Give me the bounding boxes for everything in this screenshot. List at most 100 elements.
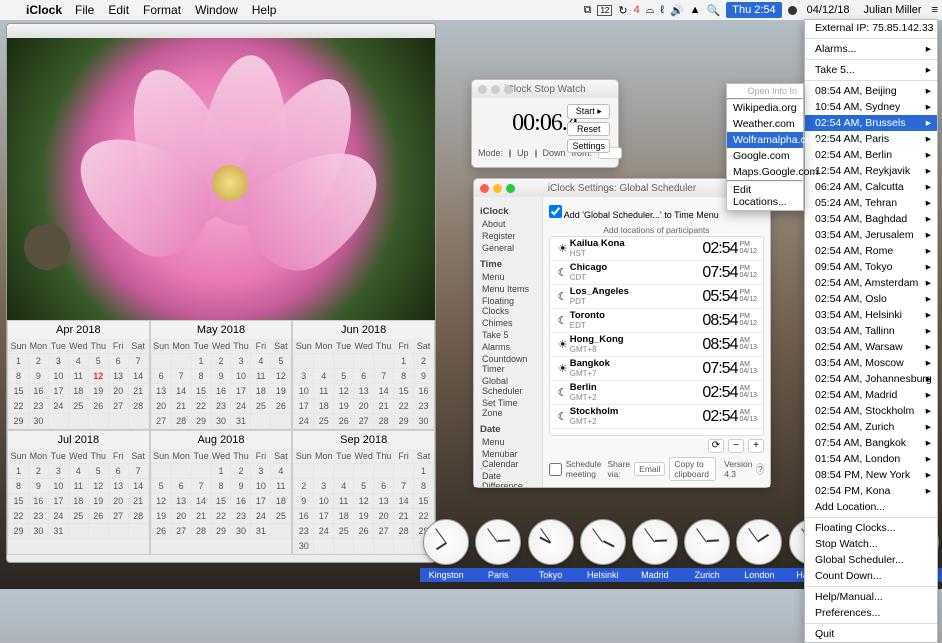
- menu-window[interactable]: Window: [188, 3, 245, 17]
- close-icon[interactable]: [478, 85, 487, 94]
- sb-general[interactable]: General: [480, 242, 536, 254]
- city-row[interactable]: 02:54 PM, Kona: [805, 483, 937, 499]
- location-row[interactable]: ☾ TorontoEDT 08:54 PM04/12: [550, 309, 763, 333]
- menubar-clock[interactable]: Thu 2:54: [726, 2, 781, 18]
- submenu-weather[interactable]: Weather.com: [727, 116, 803, 132]
- menu-file[interactable]: File: [68, 3, 101, 17]
- copy-button[interactable]: Copy to clipboard: [669, 457, 716, 481]
- city-row[interactable]: 01:54 AM, London: [805, 451, 937, 467]
- volume-icon[interactable]: 🔊: [670, 4, 684, 17]
- location-row[interactable]: ☀ Kailua KonaHST 02:54 PM04/12: [550, 237, 763, 261]
- zoom-icon[interactable]: [506, 184, 515, 193]
- refresh-button[interactable]: ⟳: [708, 439, 724, 453]
- sb-countdown[interactable]: Countdown Timer: [480, 353, 536, 375]
- stopwatch-start-button[interactable]: Start ▸: [567, 104, 610, 119]
- floating-clocks-menu[interactable]: Floating Clocks...: [805, 520, 937, 536]
- city-row[interactable]: 02:54 AM, Berlin: [805, 147, 937, 163]
- quit-menu[interactable]: Quit: [805, 626, 937, 642]
- mode-down-radio[interactable]: [535, 149, 537, 158]
- help-menu[interactable]: Help/Manual...: [805, 589, 937, 605]
- sb-menubar-cal[interactable]: Menubar Calendar: [480, 448, 536, 470]
- status-dot-icon[interactable]: [788, 6, 797, 15]
- remove-location-button[interactable]: −: [728, 439, 744, 453]
- city-row[interactable]: 02:54 AM, Warsaw: [805, 339, 937, 355]
- app-title[interactable]: iClock: [20, 3, 68, 17]
- floating-clock[interactable]: London: [733, 516, 785, 589]
- sb-chimes[interactable]: Chimes: [480, 317, 536, 329]
- location-list[interactable]: ☀ Kailua KonaHST 02:54 PM04/12☾ ChicagoC…: [549, 236, 764, 436]
- menu-edit[interactable]: Edit: [101, 3, 136, 17]
- sb-dmenu[interactable]: Menu: [480, 436, 536, 448]
- city-row[interactable]: 02:54 AM, Brussels: [805, 115, 937, 131]
- close-icon[interactable]: [480, 184, 489, 193]
- location-row[interactable]: ☀ Hong_KongGMT+8 08:54 AM04/13: [550, 333, 763, 357]
- sb-menuitems[interactable]: Menu Items: [480, 283, 536, 295]
- sb-datediff[interactable]: Date Difference: [480, 470, 536, 487]
- notification-center-icon[interactable]: ≡: [932, 4, 938, 16]
- city-row[interactable]: 03:54 AM, Jerusalem: [805, 227, 937, 243]
- sb-take5[interactable]: Take 5: [480, 329, 536, 341]
- add-location-button[interactable]: +: [748, 439, 764, 453]
- city-row[interactable]: 02:54 AM, Zurich: [805, 419, 937, 435]
- wifi-icon[interactable]: ▲: [690, 4, 701, 16]
- floating-clock[interactable]: Tokyo: [524, 516, 576, 589]
- submenu-wolfram[interactable]: Wolframalpha.com: [727, 132, 803, 148]
- stopwatch-menu[interactable]: Stop Watch...: [805, 536, 937, 552]
- sb-timezone[interactable]: Set Time Zone: [480, 397, 536, 419]
- preferences-menu[interactable]: Preferences...: [805, 605, 937, 621]
- spotlight-icon[interactable]: 🔍: [707, 4, 721, 17]
- script-icon[interactable]: ℓ: [660, 4, 664, 16]
- sb-register[interactable]: Register: [480, 230, 536, 242]
- sb-menu[interactable]: Menu: [480, 271, 536, 283]
- stopwatch-reset-button[interactable]: Reset: [567, 122, 610, 136]
- city-row[interactable]: 02:54 AM, Oslo: [805, 291, 937, 307]
- submenu-mapsgoogle[interactable]: Maps.Google.com: [727, 164, 803, 180]
- city-row[interactable]: 08:54 PM, New York: [805, 467, 937, 483]
- menubar-user[interactable]: Julian Miller: [860, 4, 926, 16]
- city-row[interactable]: 02:54 AM, Rome: [805, 243, 937, 259]
- city-row[interactable]: 06:24 AM, Calcutta: [805, 179, 937, 195]
- city-row[interactable]: 05:24 AM, Tehran: [805, 195, 937, 211]
- city-row[interactable]: 12:54 AM, Reykjavik: [805, 163, 937, 179]
- magnet-icon[interactable]: ⌓: [646, 4, 655, 17]
- take5-menu[interactable]: Take 5...: [805, 62, 937, 78]
- location-row[interactable]: ☾ ChicagoCDT 07:54 PM04/12: [550, 261, 763, 285]
- city-row[interactable]: 03:54 AM, Baghdad: [805, 211, 937, 227]
- mode-up-radio[interactable]: [509, 149, 511, 158]
- sb-floating[interactable]: Floating Clocks: [480, 295, 536, 317]
- calendar-titlebar[interactable]: [7, 24, 435, 38]
- location-row[interactable]: ☀ BangkokGMT+7 07:54 AM04/13: [550, 357, 763, 381]
- notification-badge[interactable]: 4: [634, 4, 640, 16]
- sb-about[interactable]: About: [480, 218, 536, 230]
- floating-clock[interactable]: Paris: [472, 516, 524, 589]
- stopwatch-settings-button[interactable]: Settings: [567, 139, 610, 153]
- sync-icon[interactable]: ↻: [618, 4, 627, 17]
- floating-clock[interactable]: Helsinki: [577, 516, 629, 589]
- city-row[interactable]: 08:54 AM, Beijing: [805, 83, 937, 99]
- zoom-icon[interactable]: [504, 85, 513, 94]
- city-row[interactable]: 10:54 AM, Sydney: [805, 99, 937, 115]
- city-row[interactable]: 09:54 AM, Tokyo: [805, 259, 937, 275]
- submenu-google[interactable]: Google.com: [727, 148, 803, 164]
- menu-format[interactable]: Format: [136, 3, 188, 17]
- location-row[interactable]: ☾ BerlinGMT+2 02:54 AM04/13: [550, 381, 763, 405]
- global-scheduler-menu[interactable]: Global Scheduler...: [805, 552, 937, 568]
- sb-globalscheduler[interactable]: Global Scheduler: [480, 375, 536, 397]
- city-row[interactable]: 02:54 AM, Johannesburg: [805, 371, 937, 387]
- email-button[interactable]: Email: [634, 462, 665, 476]
- schedule-checkbox[interactable]: [549, 463, 562, 476]
- help-icon[interactable]: ?: [756, 463, 764, 475]
- submenu-edit-locations[interactable]: Edit Locations...: [727, 182, 803, 210]
- city-row[interactable]: 02:54 AM, Paris: [805, 131, 937, 147]
- minimize-icon[interactable]: [493, 184, 502, 193]
- stopwatch-titlebar[interactable]: iClock Stop Watch: [472, 80, 618, 98]
- city-row[interactable]: 02:54 AM, Amsterdam: [805, 275, 937, 291]
- floating-clock[interactable]: Madrid: [629, 516, 681, 589]
- city-row[interactable]: 03:54 AM, Moscow: [805, 355, 937, 371]
- countdown-menu[interactable]: Count Down...: [805, 568, 937, 584]
- calendar-icon[interactable]: 12: [597, 5, 612, 16]
- floating-clock[interactable]: Kingston: [420, 516, 472, 589]
- city-row[interactable]: 02:54 AM, Madrid: [805, 387, 937, 403]
- alarms-menu[interactable]: Alarms...: [805, 41, 937, 57]
- dropbox-icon[interactable]: ⧉: [584, 4, 592, 17]
